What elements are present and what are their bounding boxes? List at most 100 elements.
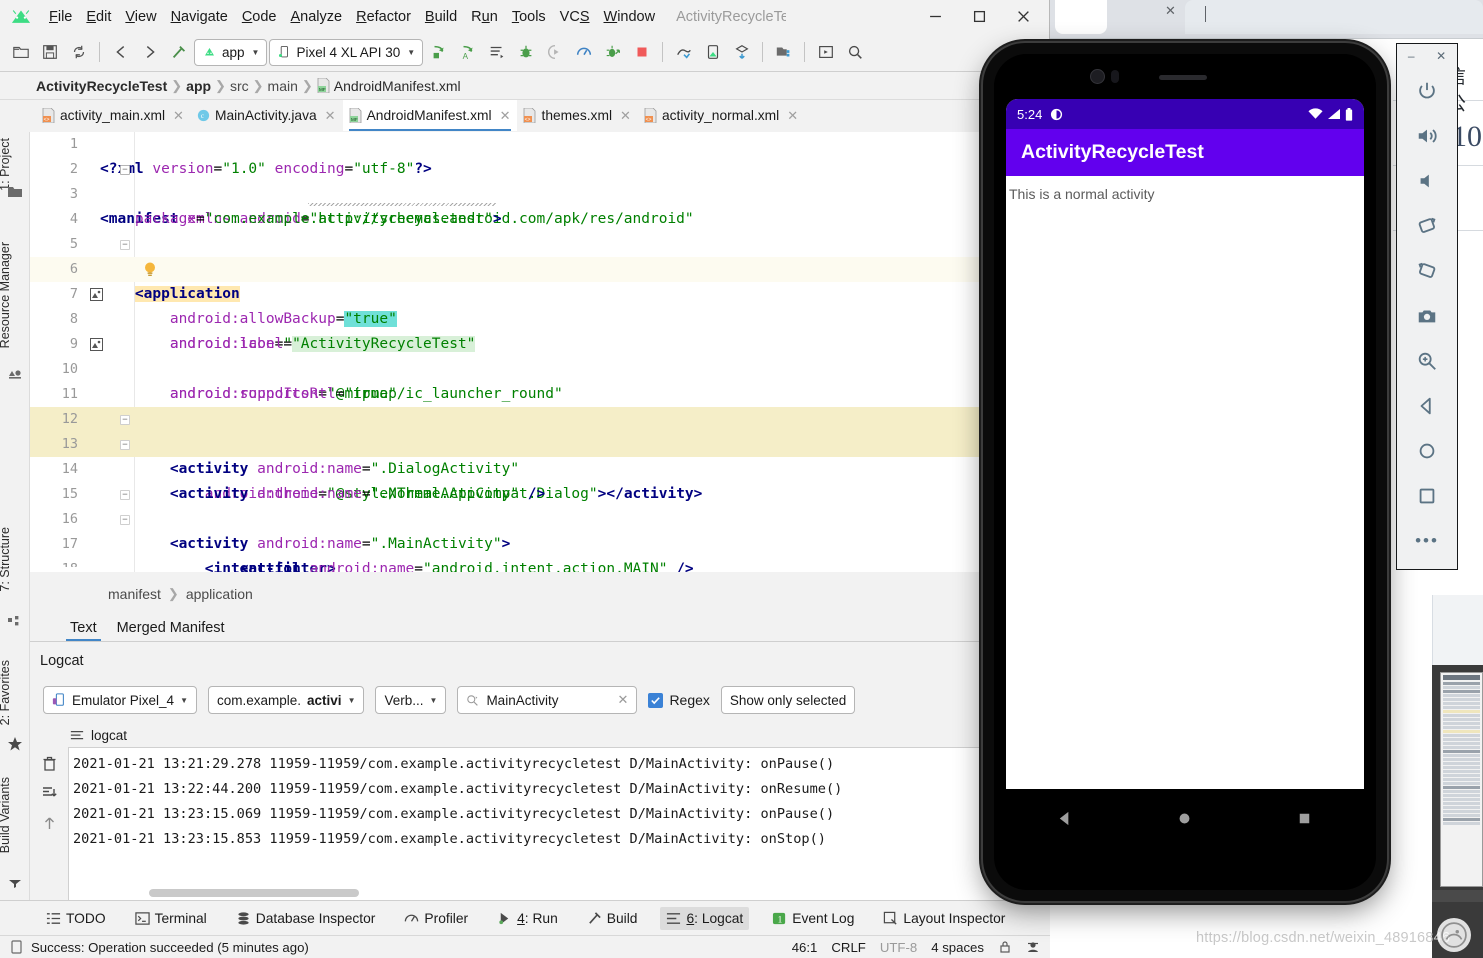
volume-up-icon[interactable] — [1405, 113, 1449, 158]
line-separator[interactable]: CRLF — [831, 940, 865, 955]
maximize-button[interactable] — [957, 1, 1001, 32]
indent-setting[interactable]: 4 spaces — [931, 940, 984, 955]
debug-icon[interactable] — [512, 39, 539, 66]
build-hammer-icon[interactable] — [165, 39, 192, 66]
overview-nav-icon[interactable] — [1295, 809, 1314, 828]
logcat-subtab[interactable]: logcat — [30, 722, 1049, 749]
back-icon[interactable] — [1405, 383, 1449, 428]
menu-item-navigate[interactable]: Navigate — [164, 7, 235, 27]
device-selector[interactable]: Pixel 4 XL API 30 ▼ — [269, 38, 424, 66]
image-resource-gutter-icon[interactable] — [90, 338, 103, 351]
apply-changes-icon[interactable]: A — [454, 39, 481, 66]
menu-item-refactor[interactable]: Refactor — [349, 7, 418, 27]
sidebar-item-favorites[interactable]: 2: Favorites — [0, 660, 28, 725]
run-configuration-selector[interactable]: app ▼ — [194, 38, 268, 66]
tab-merged-manifest[interactable]: Merged Manifest — [117, 620, 225, 641]
lock-icon[interactable] — [998, 940, 1012, 954]
tab-text[interactable]: Text — [66, 620, 101, 641]
emulator-minimize-button[interactable]: – — [1408, 49, 1415, 63]
close-tab-icon[interactable]: ✕ — [173, 108, 184, 124]
logcat-regex-toggle[interactable]: Regex — [648, 692, 710, 708]
apply-code-changes-icon[interactable] — [483, 39, 510, 66]
tool-window-logcat[interactable]: 6: Logcat — [660, 906, 750, 930]
scroll-to-end-icon[interactable] — [41, 785, 58, 802]
tool-window-event-log[interactable]: 1 Event Log — [766, 907, 860, 930]
thumbnail-screenshot-preview[interactable] — [1440, 672, 1483, 887]
back-arrow-icon[interactable] — [107, 39, 134, 66]
stop-icon[interactable] — [628, 39, 655, 66]
overview-icon[interactable] — [1405, 473, 1449, 518]
emulator-screen[interactable]: 5:24 ActivityRecycleTest This is a norma… — [1006, 99, 1364, 789]
power-icon[interactable] — [1405, 68, 1449, 113]
sub-breadcrumb-application[interactable]: application — [186, 586, 253, 602]
menu-item-analyze[interactable]: Analyze — [284, 7, 350, 27]
build-variants-icon[interactable] — [7, 874, 23, 890]
zoom-icon[interactable] — [1405, 338, 1449, 383]
tool-window-todo[interactable]: TODO — [40, 907, 112, 930]
menu-item-tools[interactable]: Tools — [505, 7, 553, 27]
caret-position[interactable]: 46:1 — [792, 940, 818, 955]
close-tab-icon[interactable]: ✕ — [325, 108, 336, 124]
editor-tab-activity-normal[interactable]: <> activity_normal.xml ✕ — [638, 100, 805, 131]
sdk-manager-icon[interactable] — [670, 39, 697, 66]
avd-manager-icon[interactable] — [699, 39, 726, 66]
breadcrumb-item-project[interactable]: ActivityRecycleTest — [36, 78, 167, 94]
sidebar-item-structure[interactable]: 7: Structure — [0, 527, 28, 592]
background-tab-2[interactable] — [1185, 0, 1483, 34]
logcat-show-only-selected[interactable]: Show only selected — [720, 686, 856, 714]
fold-toggle-icon[interactable]: − — [120, 440, 130, 450]
breadcrumb-item-src[interactable]: src — [230, 78, 249, 94]
breadcrumb-item-file[interactable]: AndroidManifest.xml — [334, 78, 461, 94]
trash-icon[interactable] — [41, 755, 58, 772]
sync-icon[interactable] — [65, 39, 92, 66]
logcat-device-selector[interactable]: Emulator Pixel_4 ▼ — [43, 686, 197, 714]
logcat-output[interactable]: 2021-01-21 13:21:29.278 11959-11959/com.… — [68, 747, 1049, 900]
sidebar-item-build-variants[interactable]: Build Variants — [0, 777, 28, 853]
home-icon[interactable] — [1405, 428, 1449, 473]
tool-window-build[interactable]: Build — [581, 907, 644, 930]
debug-attach-process-icon[interactable] — [599, 39, 626, 66]
search-everywhere-icon[interactable] — [841, 39, 868, 66]
android-navigation-bar[interactable] — [1006, 789, 1364, 847]
background-tab-1[interactable] — [1055, 0, 1107, 34]
menu-item-file[interactable]: File — [42, 7, 79, 27]
close-tab-icon[interactable]: ✕ — [787, 108, 798, 124]
menu-item-view[interactable]: View — [118, 7, 163, 27]
checkbox-checked-icon[interactable] — [648, 692, 664, 708]
editor-tab-android-manifest[interactable]: MF AndroidManifest.xml ✕ — [342, 100, 518, 131]
tool-window-run[interactable]: 4: Run — [491, 907, 564, 930]
file-encoding[interactable]: UTF-8 — [880, 940, 917, 955]
open-folder-icon[interactable] — [7, 39, 34, 66]
close-button[interactable] — [1001, 1, 1045, 32]
intention-bulb-icon[interactable] — [142, 261, 158, 278]
breadcrumb-item-main[interactable]: main — [268, 78, 298, 94]
tool-window-layout-inspector[interactable]: Layout Inspector — [877, 907, 1011, 930]
close-tab-icon[interactable]: ✕ — [500, 108, 511, 124]
profiler-icon[interactable] — [570, 39, 597, 66]
editor-tab-activity-main[interactable]: <> activity_main.xml ✕ — [36, 100, 191, 131]
forward-arrow-icon[interactable] — [136, 39, 163, 66]
tool-window-terminal[interactable]: Terminal — [129, 907, 213, 930]
rotate-right-icon[interactable] — [1405, 248, 1449, 293]
save-all-icon[interactable] — [36, 39, 63, 66]
code-editor[interactable]: 1 <?xml version="1.0" encoding="utf-8"?>… — [30, 132, 1049, 572]
fold-toggle-icon[interactable]: − — [120, 515, 130, 525]
background-tab-close-icon[interactable]: ✕ — [1165, 3, 1176, 19]
android-emulator-device[interactable]: 5:24 ActivityRecycleTest This is a norma… — [983, 43, 1387, 901]
sub-breadcrumb-manifest[interactable]: manifest — [108, 586, 161, 602]
back-nav-icon[interactable] — [1056, 809, 1075, 828]
hector-inspector-icon[interactable] — [1026, 940, 1040, 954]
screenshot-camera-icon[interactable] — [1405, 293, 1449, 338]
breadcrumb-item-app[interactable]: app — [186, 78, 211, 94]
sidebar-item-project[interactable]: 1: Project — [0, 138, 28, 191]
menu-item-window[interactable]: Window — [597, 7, 663, 27]
sidebar-item-resource-manager[interactable]: Resource Manager — [0, 242, 28, 348]
menu-item-build[interactable]: Build — [418, 7, 464, 27]
project-structure-icon[interactable] — [770, 39, 797, 66]
more-icon[interactable]: ••• — [1405, 518, 1449, 563]
star-icon[interactable] — [7, 736, 23, 752]
volume-down-icon[interactable] — [1405, 158, 1449, 203]
structure-icon[interactable] — [7, 614, 23, 630]
rotate-left-icon[interactable] — [1405, 203, 1449, 248]
editor-tab-themes-xml[interactable]: <> themes.xml ✕ — [517, 100, 637, 131]
